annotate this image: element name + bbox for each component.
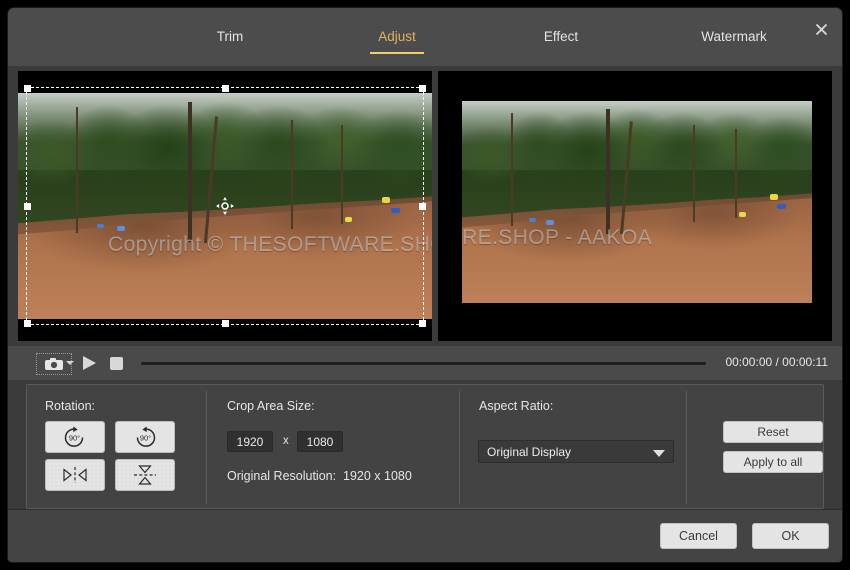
seek-bar[interactable] xyxy=(141,362,706,365)
rider-marker xyxy=(529,218,536,222)
crop-handle-ml[interactable] xyxy=(24,203,31,210)
play-button[interactable] xyxy=(83,356,96,370)
tab-label: Effect xyxy=(544,29,578,44)
tab-label: Trim xyxy=(217,29,244,44)
ok-button[interactable]: OK xyxy=(752,523,829,549)
result-preview: Copyright © THESOFTWARE.SHOP - AAKOA xyxy=(438,71,832,341)
tab-adjust[interactable]: Adjust xyxy=(356,8,438,66)
flip-vertical-button[interactable] xyxy=(115,459,175,491)
video-editor-dialog: TrimAdjustEffectWatermarkSubtitleAudio xyxy=(8,8,842,562)
snapshot-dropdown-arrow[interactable] xyxy=(66,361,74,365)
crop-width-input[interactable]: 1920 xyxy=(227,431,273,452)
crop-area-size-label: Crop Area Size: xyxy=(227,399,315,413)
tree-trunk xyxy=(606,109,610,234)
flip-vertical-icon xyxy=(132,463,158,487)
aspect-ratio-select[interactable]: Original Display xyxy=(478,440,674,463)
tab-effect[interactable]: Effect xyxy=(520,8,602,66)
crop-handle-bl[interactable] xyxy=(24,320,31,327)
crop-selection-box[interactable] xyxy=(26,87,424,325)
rider-marker xyxy=(546,220,554,225)
rotate-right-90-button[interactable]: 90° xyxy=(45,421,105,453)
rotation-label: Rotation: xyxy=(45,399,95,413)
crop-handle-mr[interactable] xyxy=(419,203,426,210)
rider-marker xyxy=(777,204,786,209)
tree-trunk xyxy=(735,129,737,218)
crop-handle-tl[interactable] xyxy=(24,85,31,92)
tree-trunk xyxy=(693,125,695,222)
panel-divider xyxy=(686,391,687,504)
adjust-options-panel: Rotation: 90° 90° xyxy=(26,384,824,509)
original-resolution-value: 1920 x 1080 xyxy=(343,469,412,483)
crop-handle-tc[interactable] xyxy=(222,85,229,92)
tab-watermark[interactable]: Watermark xyxy=(684,8,784,66)
dialog-footer: Cancel OK xyxy=(8,509,842,562)
panel-divider xyxy=(459,391,460,504)
tab-bar: TrimAdjustEffectWatermarkSubtitleAudio xyxy=(188,8,702,66)
rider-marker xyxy=(739,212,746,217)
source-preview[interactable]: Copyright © THESOFTWARE.SHOP - AAKOA xyxy=(18,71,432,341)
tree-trunk xyxy=(511,113,513,226)
tab-active-underline xyxy=(370,52,424,54)
tab-label: Adjust xyxy=(378,29,416,44)
reset-button[interactable]: Reset xyxy=(723,421,823,443)
flip-horizontal-icon xyxy=(58,466,92,484)
rotate-cw-90-icon: 90° xyxy=(60,425,90,449)
camera-icon xyxy=(44,357,64,371)
panel-divider xyxy=(206,391,207,504)
dialog-header: TrimAdjustEffectWatermarkSubtitleAudio xyxy=(8,8,842,66)
crop-center-handle-icon[interactable] xyxy=(216,197,234,215)
svg-text:90°: 90° xyxy=(69,434,80,443)
result-video-frame: Copyright © THESOFTWARE.SHOP - AAKOA xyxy=(462,101,812,303)
caret-down-icon xyxy=(653,450,665,457)
tab-label: Watermark xyxy=(701,29,767,44)
svg-text:90°: 90° xyxy=(140,434,151,443)
aspect-ratio-label: Aspect Ratio: xyxy=(479,399,553,413)
rider-marker xyxy=(770,194,778,200)
rotate-ccw-90-icon: 90° xyxy=(130,425,160,449)
cancel-button[interactable]: Cancel xyxy=(660,523,737,549)
close-button[interactable] xyxy=(806,14,836,44)
flip-horizontal-button[interactable] xyxy=(45,459,105,491)
close-icon xyxy=(814,22,829,37)
crop-handle-tr[interactable] xyxy=(419,85,426,92)
crop-handle-br[interactable] xyxy=(419,320,426,327)
transport-bar: 00:00:00 / 00:00:11 xyxy=(8,346,842,380)
crop-height-input[interactable]: 1080 xyxy=(297,431,343,452)
time-display: 00:00:00 / 00:00:11 xyxy=(725,355,828,369)
preview-area: Copyright © THESOFTWARE.SHOP - AAKOA xyxy=(8,66,842,346)
stop-button[interactable] xyxy=(110,357,123,370)
tab-trim[interactable]: Trim xyxy=(188,8,272,66)
crop-size-separator: x xyxy=(283,435,289,447)
apply-to-all-button[interactable]: Apply to all xyxy=(723,451,823,473)
crop-handle-bc[interactable] xyxy=(222,320,229,327)
aspect-ratio-selected-value: Original Display xyxy=(487,445,571,459)
original-resolution-label: Original Resolution: xyxy=(227,469,336,483)
rotate-left-90-button[interactable]: 90° xyxy=(115,421,175,453)
